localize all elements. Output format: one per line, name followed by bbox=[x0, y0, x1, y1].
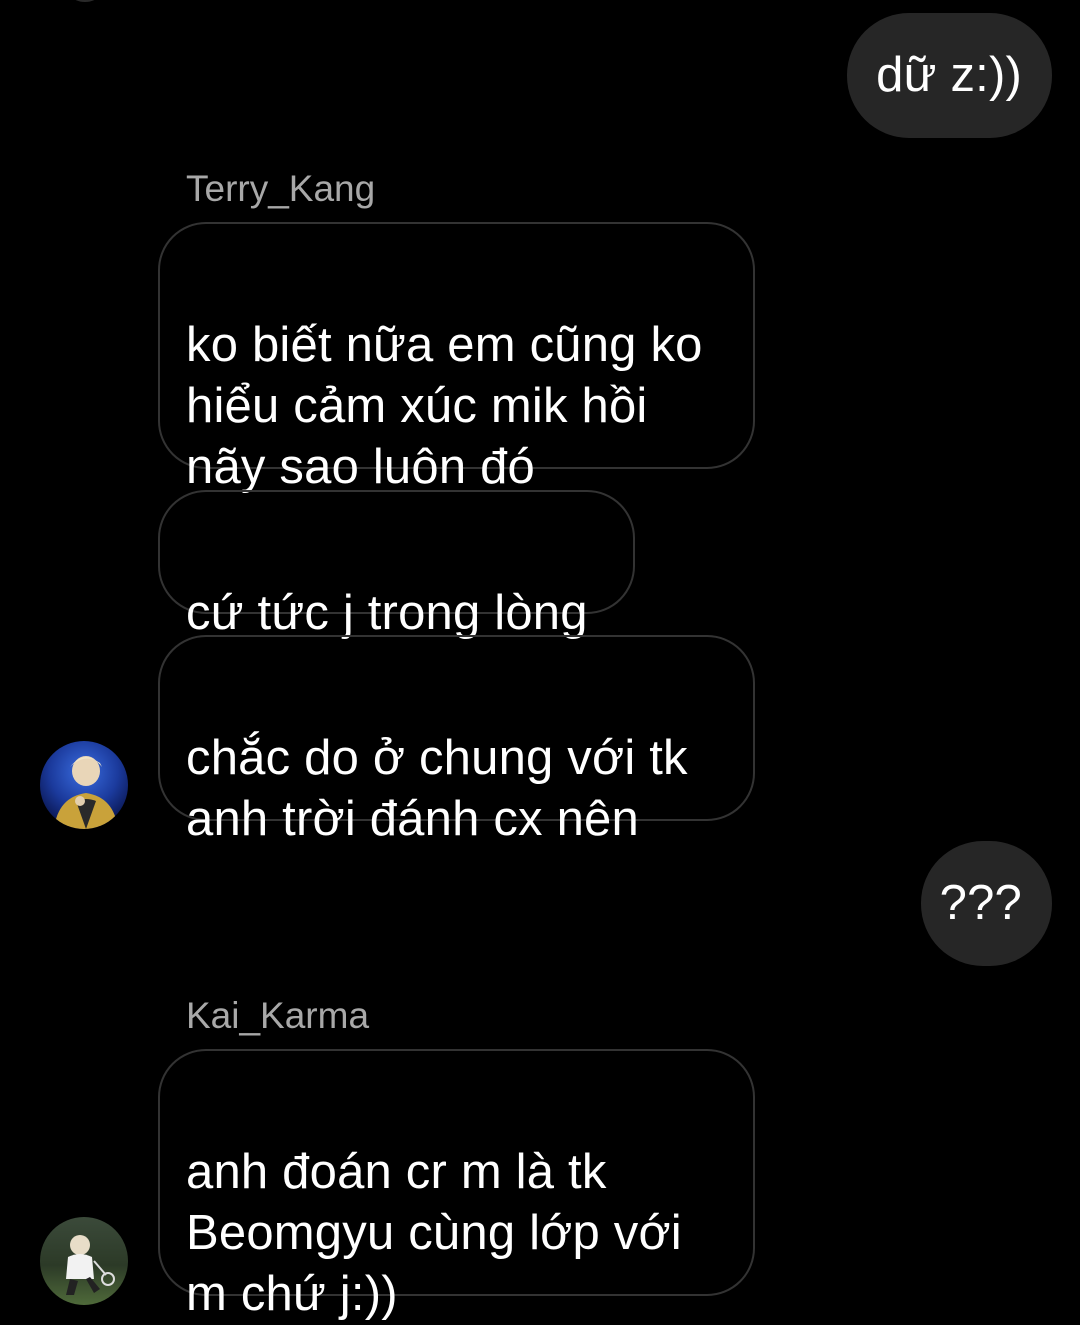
profile-photo bbox=[40, 741, 128, 829]
message-text: ko biết nữa em cũng ko hiểu cảm xúc mik … bbox=[186, 318, 703, 494]
avatar[interactable] bbox=[62, 0, 108, 2]
message-text: anh đoán cr m là tk Beomgyu cùng lớp với… bbox=[186, 1145, 682, 1321]
profile-photo bbox=[40, 1217, 128, 1305]
message-thread[interactable]: dữ z:)) Terry_Kang ko biết nữa em cũng k… bbox=[0, 0, 1080, 1323]
message-text: chắc do ở chung với tk anh trời đánh cx … bbox=[186, 731, 688, 846]
incoming-message-bubble[interactable]: anh đoán cr m là tk Beomgyu cùng lớp với… bbox=[158, 1049, 755, 1321]
outgoing-message-bubble[interactable]: dữ z:)) bbox=[847, 13, 1052, 138]
incoming-message-bubble[interactable]: ko biết nữa em cũng ko hiểu cảm xúc mik … bbox=[158, 222, 755, 494]
avatar[interactable] bbox=[40, 1217, 128, 1305]
incoming-message-bubble[interactable]: chắc do ở chung với tk anh trời đánh cx … bbox=[158, 635, 755, 846]
message-text: cứ tức j trong lòng bbox=[186, 586, 588, 640]
sender-name: Terry_Kang bbox=[186, 168, 376, 209]
outgoing-message-bubble[interactable]: ??? bbox=[921, 841, 1052, 966]
incoming-message-bubble[interactable]: cứ tức j trong lòng bbox=[158, 490, 635, 640]
avatar[interactable] bbox=[40, 741, 128, 829]
message-text: ??? bbox=[939, 876, 1022, 930]
sender-name: Kai_Karma bbox=[186, 995, 370, 1036]
message-text: dữ z:)) bbox=[876, 48, 1022, 102]
